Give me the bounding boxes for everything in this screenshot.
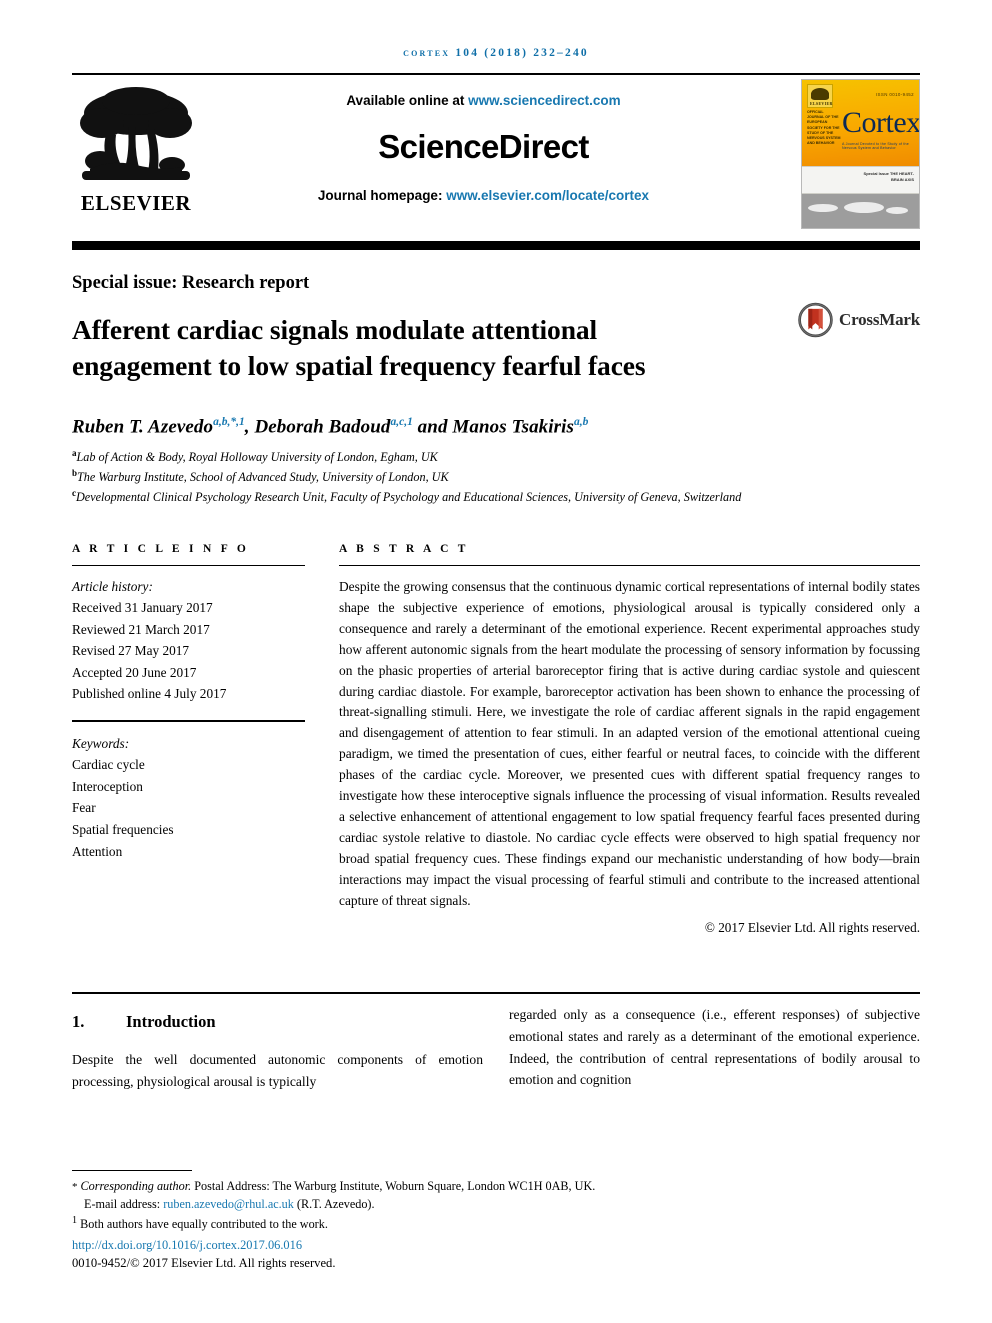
email-suffix: (R.T. Azevedo).: [293, 1196, 375, 1211]
cover-elsevier-label: ELSEVIER: [810, 101, 833, 106]
cover-issn: ISSN 0010-9452: [875, 92, 914, 97]
article-kicker: Special issue: Research report: [72, 273, 310, 293]
article-info-heading: A R T I C L E I N F O: [72, 542, 250, 555]
article-history-label: Article history:: [72, 578, 153, 594]
crossmark-badge[interactable]: CrossMark: [798, 297, 920, 343]
history-item: Accepted 20 June 2017: [72, 664, 197, 680]
author-separator: ,: [244, 416, 255, 438]
history-item: Received 31 January 2017: [72, 600, 213, 616]
elsevier-logo: ELSEVIER: [76, 83, 196, 223]
cover-band-text: Special Issue THE HEART-BRAIN AXIS: [863, 171, 914, 182]
available-online-label: Available online at: [346, 93, 469, 108]
keyword-item: Attention: [72, 843, 123, 859]
abstract-copyright: © 2017 Elsevier Ltd. All rights reserved…: [704, 920, 920, 936]
footnote-corresponding-author: * Corresponding author. Postal Address: …: [72, 1177, 920, 1195]
abstract-text: Despite the growing consensus that the c…: [339, 578, 920, 909]
available-online-line: Available online at www.sciencedirect.co…: [222, 93, 745, 108]
crossmark-icon: [798, 302, 833, 338]
author-name: Deborah Badoud: [254, 416, 391, 438]
abstract-column: A B S T R A C T Despite the growing cons…: [339, 543, 920, 937]
page-title: Afferent cardiac signals modulate attent…: [72, 314, 646, 381]
keywords-block: Keywords: Cardiac cycle Interoception Fe…: [72, 719, 305, 862]
affiliation-item: cDevelopmental Clinical Psychology Resea…: [72, 487, 920, 507]
sciencedirect-link[interactable]: www.sciencedirect.com: [468, 93, 621, 108]
cover-journal-subtitle: A Journal Devoted to the Study of the Ne…: [842, 142, 909, 150]
cover-tree-icon: [811, 88, 829, 100]
history-item: Reviewed 21 March 2017: [72, 621, 210, 637]
masthead-center: Available online at www.sciencedirect.co…: [222, 93, 745, 203]
journal-homepage-line: Journal homepage: www.elsevier.com/locat…: [222, 188, 745, 203]
paper-page: cortex 104 (2018) 232–240 ELSEVIER Avail…: [0, 0, 992, 1323]
author-name: Ruben T. Azevedo: [72, 416, 214, 438]
masthead-divider: [72, 241, 920, 250]
keyword-item: Spatial frequencies: [72, 821, 174, 837]
cover-journal-title: Cortex: [842, 106, 920, 139]
author-name: Manos Tsakiris: [452, 416, 575, 438]
journal-homepage-label: Journal homepage:: [317, 188, 447, 203]
section-title: Introduction: [126, 1012, 216, 1032]
crossmark-label: CrossMark: [839, 310, 920, 329]
introduction-left-column: 1. Introduction Despite the well documen…: [72, 994, 483, 1093]
introduction-paragraph-right: regarded only as a consequence (i.e., ef…: [509, 1007, 920, 1088]
footnote-block: * Corresponding author. Postal Address: …: [72, 1169, 920, 1271]
abstract-heading: A B S T R A C T: [339, 542, 469, 555]
keyword-item: Cardiac cycle: [72, 757, 145, 773]
journal-cover-thumbnail[interactable]: ELSEVIER ISSN 0010-9452 OFFICIAL JOURNAL…: [801, 79, 920, 229]
affiliation-text: Lab of Action & Body, Royal Holloway Uni…: [76, 450, 438, 465]
article-info-column: A R T I C L E I N F O Article history: R…: [72, 543, 305, 937]
footnote-star-mark: *: [72, 1180, 78, 1193]
history-item: Revised 27 May 2017: [72, 643, 190, 659]
email-link[interactable]: ruben.azevedo@rhul.ac.uk: [163, 1197, 294, 1211]
introduction-right-column: regarded only as a consequence (i.e., ef…: [509, 994, 920, 1093]
cover-photo-blob: [844, 202, 884, 213]
footnote-equal-contribution: 1 Both authors have equally contributed …: [72, 1213, 920, 1233]
author-separator: and: [412, 416, 453, 438]
journal-masthead: ELSEVIER Available online at www.science…: [72, 73, 920, 236]
title-block: Special issue: Research report Afferent …: [72, 250, 920, 383]
article-history-block: Article history: Received 31 January 201…: [72, 566, 305, 705]
cover-photo-strip: [802, 194, 919, 228]
sciencedirect-wordmark: ScienceDirect: [378, 128, 589, 165]
cover-photo-blob: [886, 207, 908, 214]
affiliation-list: aLab of Action & Body, Royal Holloway Un…: [72, 447, 920, 507]
running-head: cortex 104 (2018) 232–240: [403, 47, 589, 59]
footnote-email: E-mail address: ruben.azevedo@rhul.ac.uk…: [72, 1195, 920, 1213]
footnote-corresponding-address: Postal Address: The Warburg Institute, W…: [191, 1178, 596, 1193]
author-marks: a,c,1: [390, 415, 413, 428]
email-label: E-mail address:: [84, 1196, 164, 1211]
affiliation-text: The Warburg Institute, School of Advance…: [77, 470, 449, 485]
author-marks: a,b: [574, 415, 589, 428]
elsevier-wordmark: ELSEVIER: [80, 191, 192, 215]
cover-white-band: Special Issue THE HEART-BRAIN AXIS: [802, 166, 919, 194]
affiliation-text: Developmental Clinical Psychology Resear…: [76, 489, 742, 504]
history-item: Published online 4 July 2017: [72, 686, 227, 702]
keyword-item: Fear: [72, 800, 96, 816]
footnote-corresponding-label: Corresponding author.: [80, 1178, 192, 1193]
introduction-paragraph-left: Despite the well documented autonomic co…: [72, 1052, 483, 1089]
info-abstract-row: A R T I C L E I N F O Article history: R…: [72, 543, 920, 937]
introduction-columns: 1. Introduction Despite the well documen…: [72, 994, 920, 1093]
keyword-item: Interoception: [72, 778, 143, 794]
cover-top-panel: ELSEVIER ISSN 0010-9452 OFFICIAL JOURNAL…: [802, 80, 919, 166]
affiliation-item: aLab of Action & Body, Royal Holloway Un…: [72, 447, 920, 467]
affiliation-item: bThe Warburg Institute, School of Advanc…: [72, 467, 920, 487]
doi-link[interactable]: http://dx.doi.org/10.1016/j.cortex.2017.…: [72, 1238, 920, 1253]
cover-side-blurb: OFFICIAL JOURNAL OF THE EUROPEAN SOCIETY…: [807, 110, 841, 146]
keywords-label: Keywords:: [72, 735, 130, 751]
footnote-equal-text: Both authors have equally contributed to…: [77, 1216, 328, 1231]
elsevier-tree-icon: [80, 87, 192, 180]
cover-elsevier-mark: ELSEVIER: [807, 84, 833, 108]
section-heading-introduction: 1. Introduction: [72, 994, 483, 1032]
author-list: Ruben T. Azevedoa,b,*,1, Deborah Badouda…: [72, 416, 920, 438]
author-marks: a,b,*,1: [213, 415, 245, 428]
cover-photo-blob: [808, 204, 838, 212]
issn-copyright-line: 0010-9452/© 2017 Elsevier Ltd. All right…: [72, 1256, 336, 1270]
footnote-rule: [72, 1169, 192, 1171]
section-number: 1.: [72, 1012, 85, 1032]
journal-homepage-link[interactable]: www.elsevier.com/locate/cortex: [446, 188, 649, 203]
